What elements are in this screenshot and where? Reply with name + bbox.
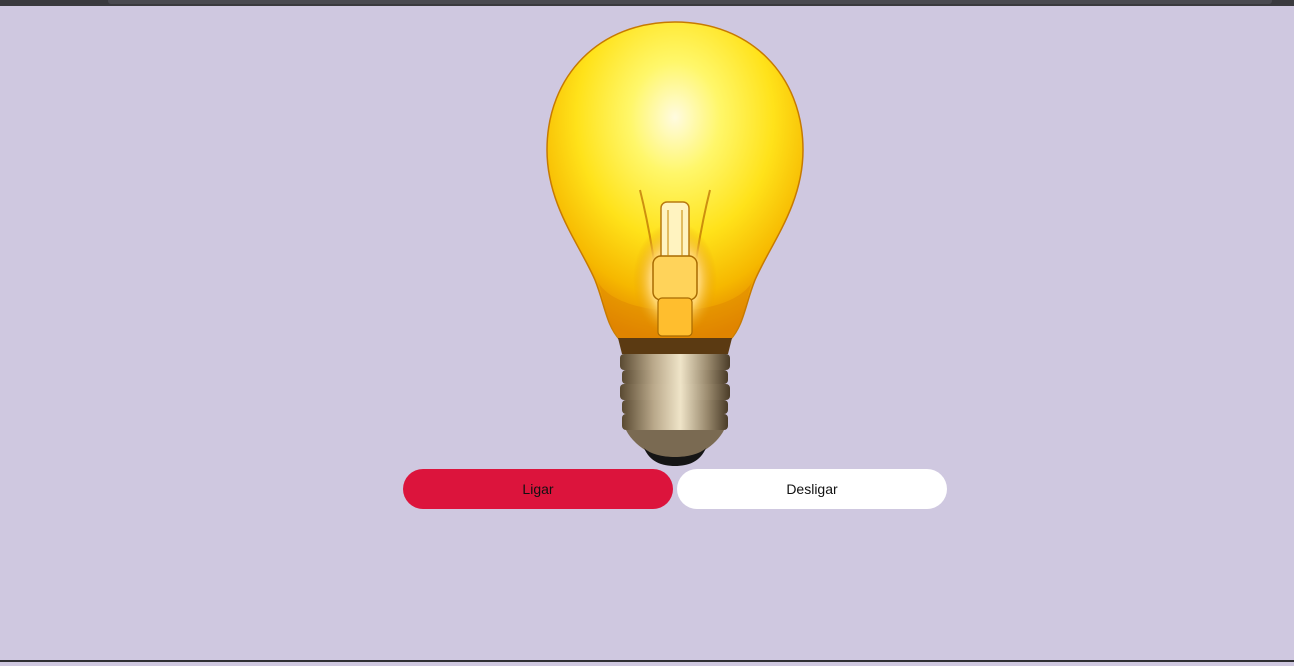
turn-on-button[interactable]: Ligar: [403, 469, 673, 509]
taskbar-edge: [0, 660, 1294, 666]
turn-off-button[interactable]: Desligar: [677, 469, 947, 509]
switch-controls: Ligar Desligar: [403, 469, 947, 509]
lightbulb-image: [540, 20, 810, 466]
lightbulb-icon: [546, 21, 804, 466]
page: Ligar Desligar: [0, 6, 1294, 660]
browser-chrome-bar: [108, 0, 1272, 4]
